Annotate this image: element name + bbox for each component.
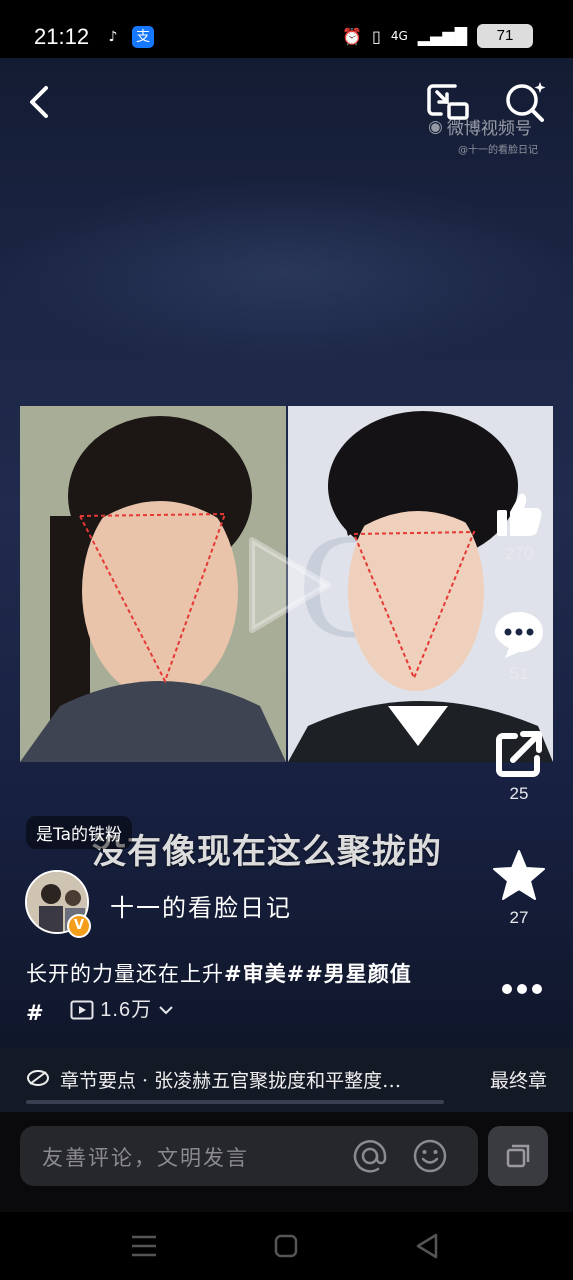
hashtag-male-star[interactable]: #男星颜值 — [305, 961, 412, 986]
chevron-down-icon — [159, 1006, 173, 1015]
mention-icon[interactable] — [352, 1138, 388, 1174]
play-icon[interactable] — [240, 530, 340, 640]
more-options-icon[interactable] — [500, 975, 544, 1003]
comment-bubble-icon — [495, 612, 543, 658]
watermark-brand: 微博视频号 — [446, 119, 532, 139]
thumbs-up-icon — [497, 493, 542, 536]
post-description: 长开的力量还在上升#审美##男星颜值 # 1.6万 — [26, 956, 486, 1031]
share-button[interactable]: 25 — [479, 728, 559, 804]
chapter-icon — [27, 1070, 49, 1086]
status-time: 21:12 — [34, 24, 90, 49]
play-count-icon — [70, 1000, 94, 1020]
comment-count: 51 — [509, 664, 529, 683]
video-background — [0, 178, 573, 368]
network-label: 4G — [390, 29, 408, 43]
share-count: 25 — [509, 784, 529, 803]
weibo-watermark: ◉ 微博视频号 @十一的看脸日记 — [428, 114, 548, 157]
comment-button[interactable]: 51 — [479, 608, 559, 684]
comment-input[interactable]: 友善评论，文明发言 — [20, 1126, 478, 1186]
star-icon — [493, 850, 545, 900]
post-text: 长开的力量还在上升 — [26, 962, 224, 986]
emoji-icon[interactable] — [412, 1138, 448, 1174]
chapter-title: 章节要点 · 张凌赫五官聚拢度和平整度… — [60, 1070, 402, 1092]
tiktok-icon: ♪ — [102, 26, 124, 48]
signal-icon: ▂▄▆█ — [417, 26, 467, 46]
weibo-logo-icon: ◉ — [428, 116, 443, 137]
video-caption: 没有像现在这么聚拢的 — [92, 832, 442, 872]
expand-icon — [506, 1144, 530, 1168]
chapter-final[interactable]: 最终章 — [490, 1066, 547, 1093]
favorite-count: 27 — [509, 908, 529, 927]
chapter-progress-bar — [26, 1100, 444, 1104]
chapter-bar[interactable]: 章节要点 · 张凌赫五官聚拢度和平整度… 最终章 — [0, 1048, 573, 1112]
battery-indicator: 71 — [477, 24, 533, 48]
back-nav-icon[interactable] — [410, 1228, 446, 1264]
comment-placeholder: 友善评论，文明发言 — [42, 1146, 249, 1170]
hashtag-aesthetic[interactable]: #审美# — [224, 961, 305, 986]
view-count-value: 1.6万 — [100, 999, 153, 1021]
comment-bar: 友善评论，文明发言 — [0, 1112, 573, 1212]
status-right: ⏰ ▯ 4G ▂▄▆█ 71 — [342, 24, 533, 48]
watermark-handle: @十一的看脸日记 — [458, 145, 538, 156]
system-nav-bar — [0, 1212, 573, 1280]
home-icon[interactable] — [268, 1228, 304, 1264]
share-icon — [496, 731, 542, 777]
menu-icon[interactable] — [126, 1228, 162, 1264]
view-count[interactable]: 1.6万 — [70, 992, 174, 1028]
alipay-icon: 支 — [132, 26, 154, 48]
like-button[interactable]: 270 — [479, 488, 559, 564]
favorite-button[interactable]: 27 — [479, 848, 559, 928]
hashtag-end[interactable]: # — [26, 1000, 45, 1025]
back-icon[interactable] — [20, 80, 60, 124]
like-count: 270 — [504, 544, 534, 563]
vibrate-icon: ▯ — [372, 26, 381, 46]
verified-badge: V — [67, 914, 91, 938]
fan-badge: 是Ta的铁粉 — [26, 816, 132, 849]
author-name[interactable]: 十一的看脸日记 — [110, 888, 292, 923]
alarm-icon: ⏰ — [342, 26, 363, 46]
expand-comments-button[interactable] — [488, 1126, 548, 1186]
